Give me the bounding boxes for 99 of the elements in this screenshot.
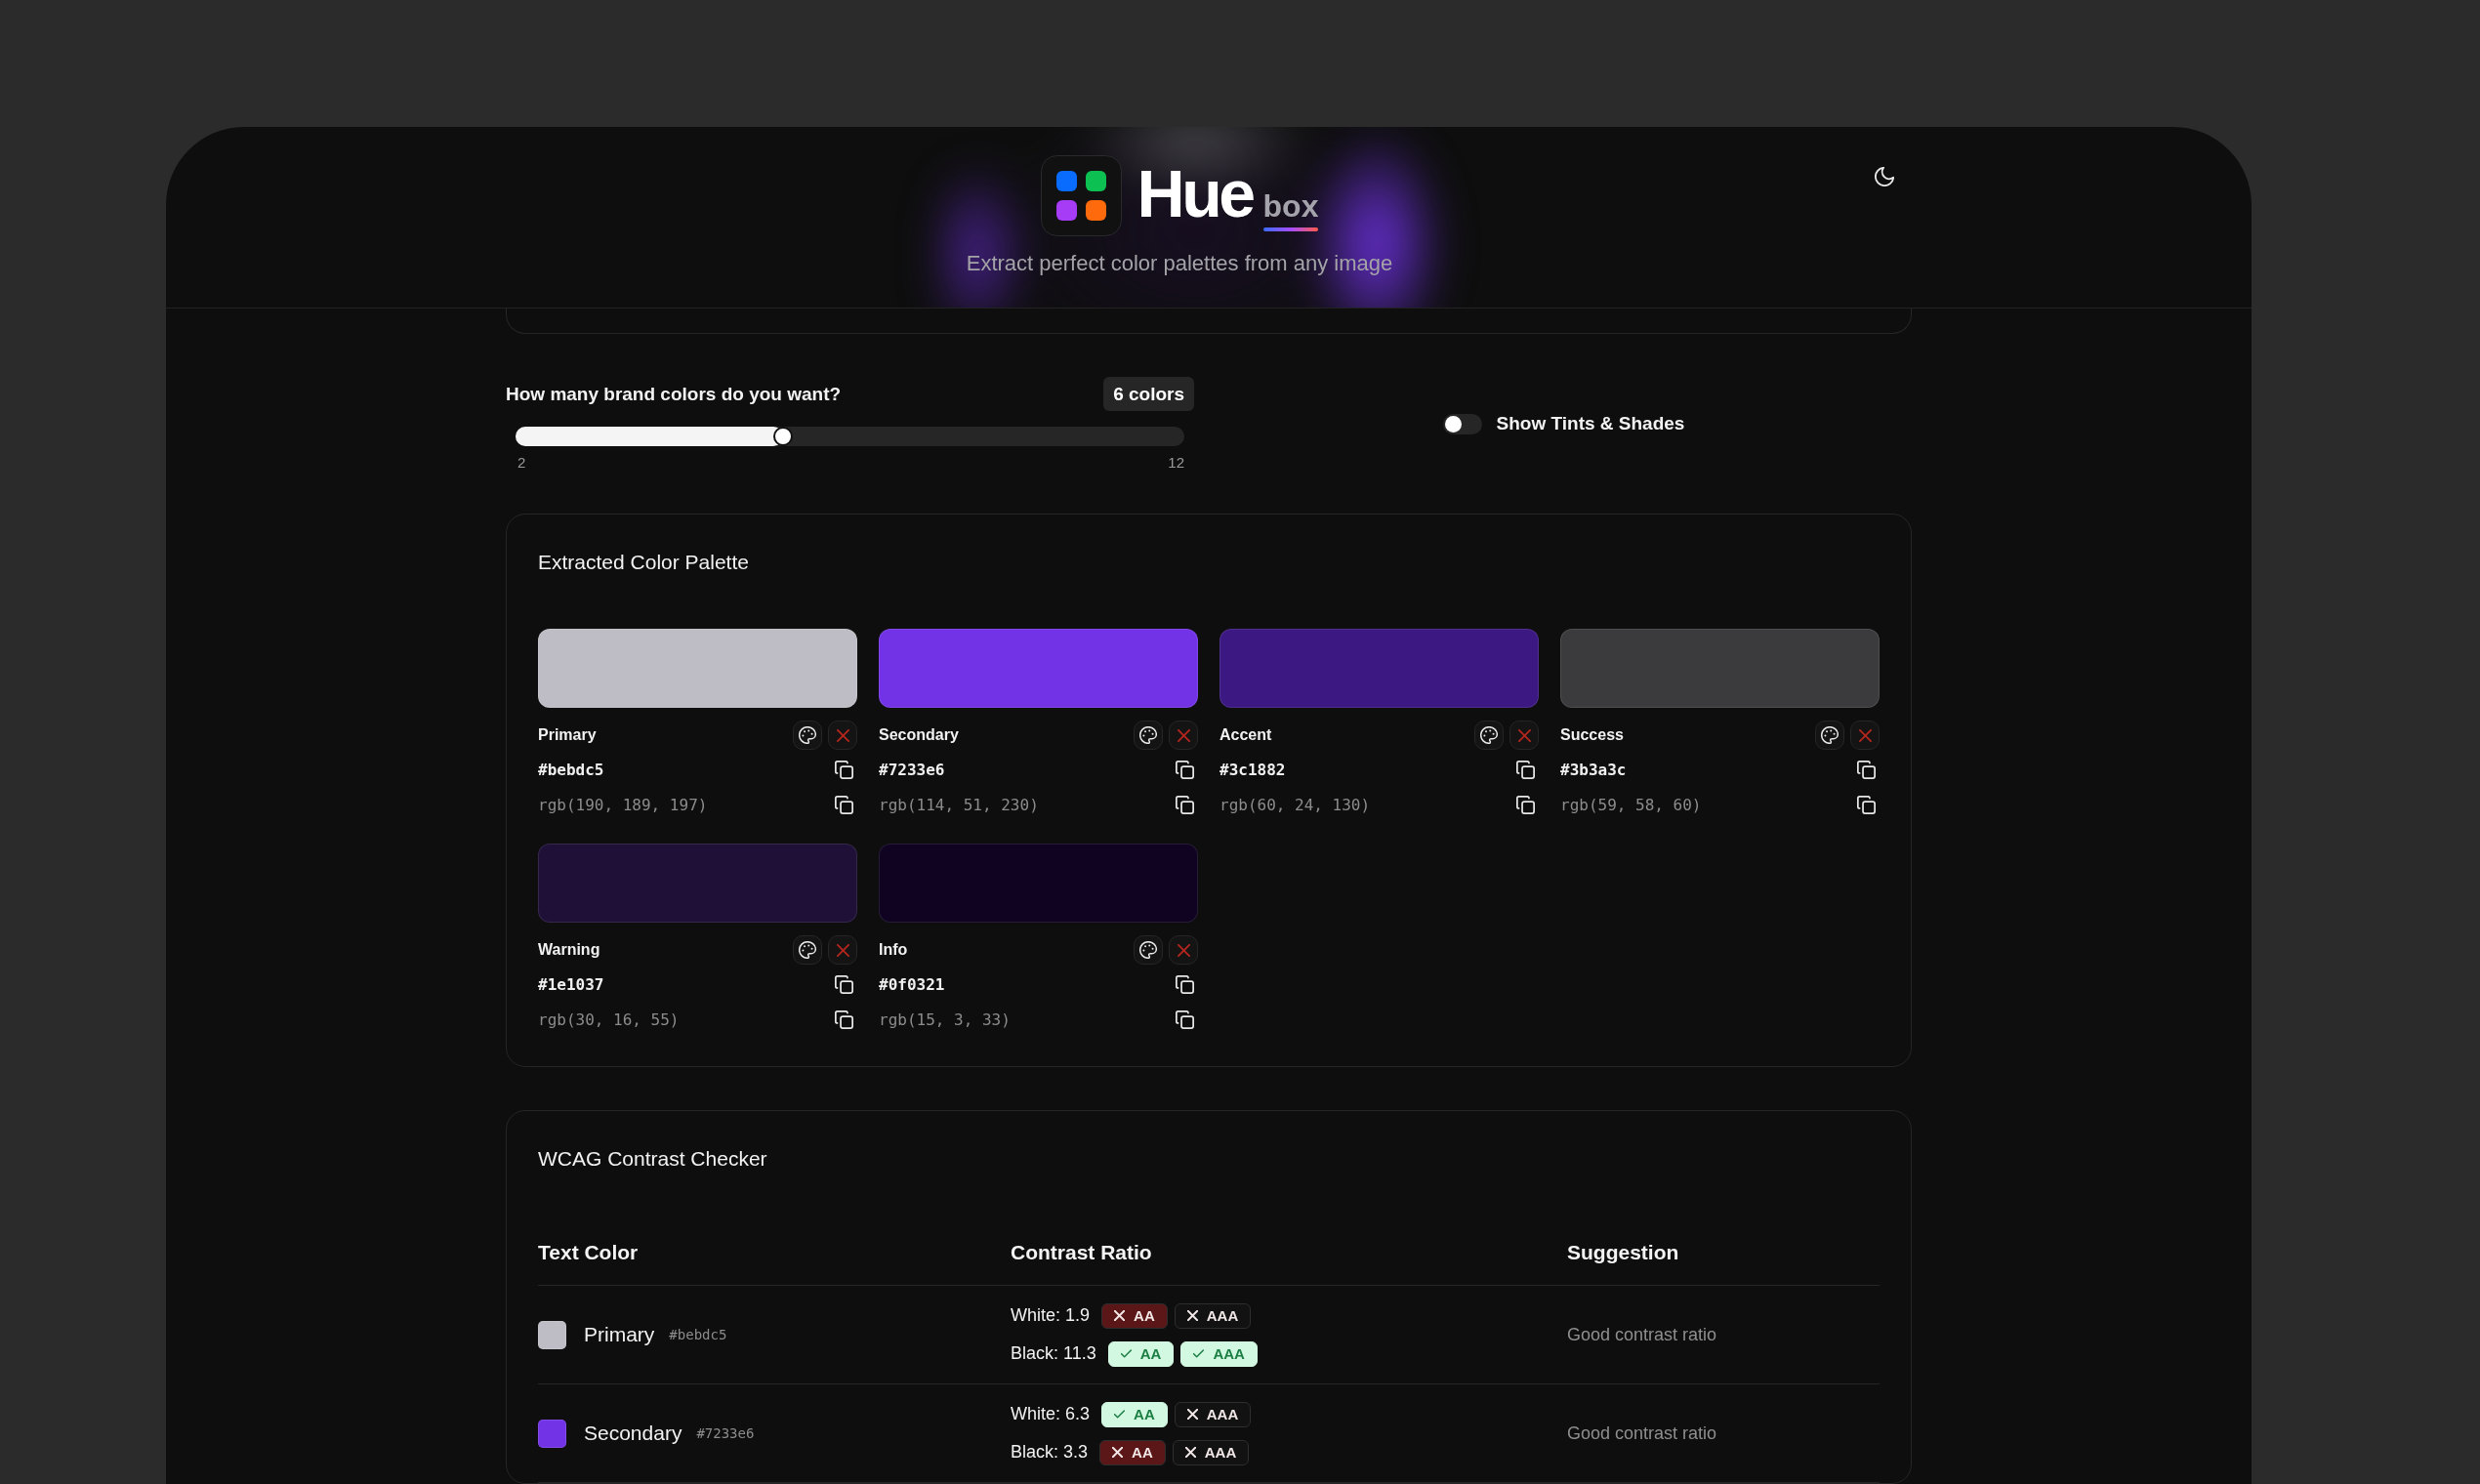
column-header: Suggestion (1567, 1240, 1680, 1265)
remove-button[interactable] (1509, 721, 1539, 750)
close-icon (1177, 943, 1190, 957)
slider-track[interactable] (516, 427, 1184, 446)
close-icon (836, 728, 849, 742)
moon-icon[interactable] (1875, 167, 1894, 186)
contrast-ratio: Black: 3.3 (1011, 1442, 1089, 1463)
palette-button[interactable] (793, 721, 822, 750)
logo-title: Hue (1137, 160, 1253, 227)
color-name: Info (879, 941, 908, 959)
check-icon (1120, 1348, 1132, 1359)
copy-icon[interactable] (835, 795, 853, 814)
copy-icon[interactable] (1857, 760, 1876, 779)
logo-suffix: box (1262, 190, 1319, 222)
max-label: 12 (1168, 454, 1184, 471)
palette-icon (799, 941, 816, 959)
cross-icon (1186, 1409, 1198, 1420)
close-icon (1517, 728, 1531, 742)
copy-icon[interactable] (1176, 760, 1194, 779)
palette-icon (799, 726, 816, 744)
hex-code: #7233e6 (696, 1425, 755, 1441)
cross-icon (1114, 1310, 1126, 1321)
cross-icon (1184, 1447, 1196, 1458)
remove-button[interactable] (828, 721, 857, 750)
slider-thumb[interactable] (773, 427, 793, 446)
palette-button[interactable] (793, 935, 822, 965)
contrast-ratio: White: 1.9 (1011, 1305, 1091, 1326)
hex-code: #1e1037 (538, 974, 604, 994)
copy-icon[interactable] (835, 1010, 853, 1029)
check-icon (1193, 1348, 1205, 1359)
copy-icon[interactable] (835, 760, 853, 779)
palette-icon (1139, 941, 1157, 959)
toggle-switch[interactable] (1442, 413, 1482, 434)
palette-icon (1480, 726, 1498, 744)
cross-icon (1112, 1447, 1124, 1458)
color-name: Secondary (879, 726, 959, 744)
contrast-ratio: Black: 11.3 (1011, 1343, 1096, 1364)
close-icon (1858, 728, 1872, 742)
badge-label: AA (1134, 1307, 1155, 1324)
app-logo-icon (1040, 155, 1122, 236)
color-name: Accent (1219, 726, 1272, 744)
badge-label: AA (1132, 1444, 1153, 1461)
color-name: Success (1560, 726, 1624, 744)
close-icon (836, 943, 849, 957)
suggestion-text: Good contrast ratio (1567, 1324, 1717, 1344)
badge-label: AA (1134, 1406, 1155, 1422)
slider-label: How many brand colors do you want? (506, 383, 842, 405)
copy-icon[interactable] (1176, 1010, 1194, 1029)
palette-button[interactable] (1134, 721, 1163, 750)
hex-code: #3c1882 (1219, 760, 1286, 779)
color-name: Primary (584, 1323, 655, 1346)
badge-label: AAA (1204, 1444, 1237, 1461)
rgb-code: rgb(30, 16, 55) (538, 1010, 680, 1029)
badge-label: AAA (1206, 1406, 1239, 1422)
badge-label: AAA (1213, 1345, 1245, 1362)
color-name: Warning (538, 941, 600, 959)
section-title: Extracted Color Palette (538, 550, 750, 575)
palette-button[interactable] (1815, 721, 1844, 750)
contrast-ratio: White: 6.3 (1011, 1404, 1091, 1424)
copy-icon[interactable] (1857, 795, 1876, 814)
value-badge: 6 colors (1103, 377, 1194, 411)
rgb-code: rgb(114, 51, 230) (879, 795, 1039, 814)
rgb-code: rgb(59, 58, 60) (1560, 795, 1702, 814)
tagline: Extract perfect color palettes from any image (966, 251, 1393, 275)
remove-button[interactable] (1169, 721, 1198, 750)
copy-icon[interactable] (1176, 795, 1194, 814)
copy-icon[interactable] (1516, 795, 1535, 814)
hex-code: #3b3a3c (1560, 760, 1627, 779)
suggestion-text: Good contrast ratio (1567, 1422, 1717, 1443)
palette-button[interactable] (1134, 935, 1163, 965)
copy-icon[interactable] (1176, 974, 1194, 994)
remove-button[interactable] (1169, 935, 1198, 965)
check-icon (1114, 1409, 1126, 1420)
rgb-code: rgb(60, 24, 130) (1219, 795, 1371, 814)
remove-button[interactable] (1850, 721, 1880, 750)
column-header: Contrast Ratio (1011, 1240, 1153, 1265)
palette-button[interactable] (1474, 721, 1504, 750)
color-name: Primary (538, 726, 597, 744)
copy-icon[interactable] (835, 974, 853, 994)
column-header: Text Color (538, 1240, 640, 1265)
hex-code: #7233e6 (879, 760, 945, 779)
hex-code: #0f0321 (879, 974, 945, 994)
hex-code: #bebdc5 (669, 1327, 727, 1342)
rgb-code: rgb(190, 189, 197) (538, 795, 708, 814)
copy-icon[interactable] (1516, 760, 1535, 779)
close-icon (1177, 728, 1190, 742)
remove-button[interactable] (828, 935, 857, 965)
badge-label: AAA (1206, 1307, 1239, 1324)
color-name: Secondary (584, 1422, 682, 1445)
min-label: 2 (517, 454, 526, 471)
gradient-underline (1262, 227, 1319, 231)
rgb-code: rgb(15, 3, 33) (879, 1010, 1011, 1029)
hex-code: #bebdc5 (538, 760, 604, 779)
badge-label: AA (1139, 1345, 1162, 1362)
palette-icon (1139, 726, 1157, 744)
section-title: WCAG Contrast Checker (538, 1146, 768, 1172)
toggle-label: Show Tints & Shades (1496, 413, 1685, 434)
cross-icon (1186, 1310, 1198, 1321)
palette-icon (1821, 726, 1839, 744)
